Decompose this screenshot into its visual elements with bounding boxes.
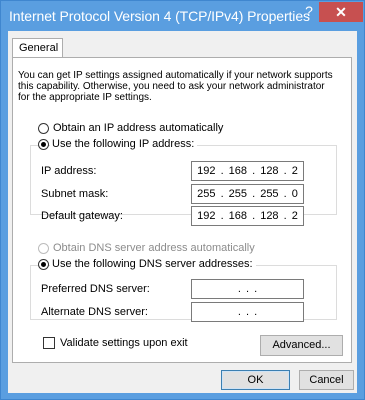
ip-address-input[interactable]: 192 . 168 . 128 . 2 [191, 161, 304, 181]
preferred-dns-input[interactable]: . . . [191, 279, 304, 299]
preferred-dns-label: Preferred DNS server: [41, 283, 150, 295]
validate-settings-label: Validate settings upon exit [60, 337, 188, 349]
default-gateway-input[interactable]: 192 . 168 . 128 . 2 [191, 206, 304, 226]
obtain-dns-auto-label: Obtain DNS server address automatically [53, 242, 255, 254]
use-following-ip-radio[interactable] [38, 139, 49, 150]
use-following-dns-radio[interactable] [38, 259, 49, 270]
default-gateway-label: Default gateway: [41, 210, 123, 222]
tab-general-label: General [19, 42, 59, 54]
use-following-ip-label: Use the following IP address: [50, 138, 198, 150]
window-title: Internet Protocol Version 4 (TCP/IPv4) P… [9, 8, 310, 24]
ip-address-label: IP address: [41, 165, 97, 177]
tab-general[interactable]: General [12, 38, 63, 58]
validate-settings-checkbox[interactable] [43, 337, 55, 349]
subnet-mask-label: Subnet mask: [41, 188, 109, 200]
help-button[interactable]: ? [302, 4, 316, 18]
use-following-dns-label: Use the following DNS server addresses: [50, 258, 256, 270]
alternate-dns-input[interactable]: . . . [191, 302, 304, 322]
dialog-client: General You can get IP settings assigned… [8, 31, 357, 393]
title-bar[interactable]: Internet Protocol Version 4 (TCP/IPv4) P… [1, 1, 364, 31]
ok-button[interactable]: OK [221, 370, 290, 390]
obtain-dns-auto-radio[interactable] [38, 243, 49, 254]
obtain-ip-auto-radio[interactable] [38, 123, 49, 134]
alternate-dns-label: Alternate DNS server: [41, 306, 148, 318]
description-text: You can get IP settings assigned automat… [18, 70, 333, 103]
subnet-mask-input[interactable]: 255 . 255 . 255 . 0 [191, 184, 304, 204]
cancel-button[interactable]: Cancel [299, 370, 354, 390]
close-button[interactable]: ✕ [319, 2, 363, 22]
dialog-window: Internet Protocol Version 4 (TCP/IPv4) P… [0, 0, 365, 400]
general-panel: You can get IP settings assigned automat… [12, 57, 352, 363]
obtain-ip-auto-label: Obtain an IP address automatically [53, 122, 224, 134]
advanced-button[interactable]: Advanced... [260, 335, 343, 356]
